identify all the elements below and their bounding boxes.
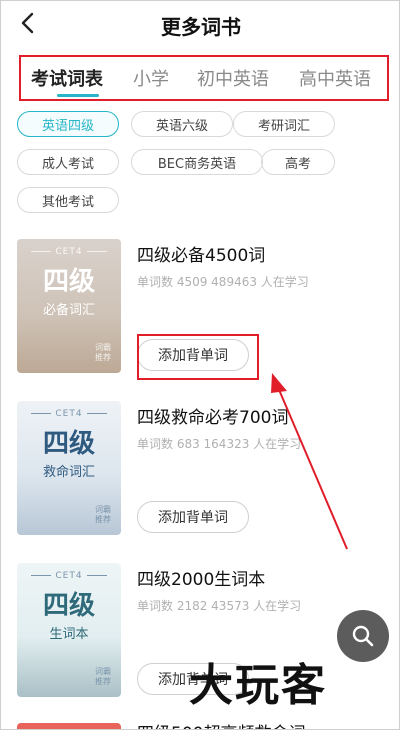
app-screen: 更多词书 考试词表 小学 初中英语 高中英语 英语四级 英语六级 考研词汇 成人…	[0, 0, 400, 730]
page-title: 更多词书	[161, 15, 241, 39]
search-icon	[352, 625, 374, 647]
cover-tag: CET4	[17, 571, 121, 581]
tab-junior-high-english[interactable]: 初中英语	[197, 65, 269, 91]
cover-title: 四级	[42, 591, 95, 621]
book-title[interactable]: 四级必备4500词	[137, 241, 265, 266]
chip-adult-exam[interactable]: 成人考试	[17, 149, 119, 175]
header: 更多词书	[1, 1, 399, 47]
add-to-study-button[interactable]: 添加背单词	[137, 501, 249, 533]
tab-senior-high-english[interactable]: 高中英语	[299, 65, 371, 91]
chip-bec[interactable]: BEC商务英语	[131, 149, 263, 175]
chip-cet6[interactable]: 英语六级	[131, 111, 233, 137]
chip-postgrad[interactable]: 考研词汇	[233, 111, 335, 137]
book-cover[interactable]: CET4 四级 必备词汇 词霸 推荐	[17, 239, 121, 373]
cover-seal: 词霸 推荐	[95, 343, 111, 362]
chip-other-exams[interactable]: 其他考试	[17, 187, 119, 213]
cover-seal: 词霸 推荐	[95, 505, 111, 524]
highlight-box	[137, 334, 259, 380]
chip-cet4[interactable]: 英语四级	[17, 111, 119, 137]
book-cover-partial[interactable]	[17, 723, 121, 729]
book-meta: 单词数 4509 489463 人在学习	[137, 275, 309, 289]
cover-title: 四级	[42, 267, 95, 297]
book-title-partial[interactable]: 四级500超高频救命词	[137, 719, 305, 729]
book-title[interactable]: 四级2000生词本	[137, 565, 265, 590]
tab-exam-wordlists[interactable]: 考试词表	[31, 65, 103, 91]
cover-title: 四级	[42, 429, 95, 459]
book-title[interactable]: 四级救命必考700词	[137, 403, 288, 428]
book-meta: 单词数 683 164323 人在学习	[137, 437, 302, 451]
active-tab-indicator	[57, 94, 99, 97]
cover-tag: CET4	[17, 409, 121, 419]
cover-subtitle: 必备词汇	[42, 303, 95, 318]
category-tabs: 考试词表 小学 初中英语 高中英语	[19, 55, 389, 101]
book-item[interactable]: CET4 四级 救命词汇 词霸 推荐 四级救命必考700词 单词数 683 164…	[17, 401, 387, 541]
cover-subtitle: 救命词汇	[42, 465, 95, 480]
book-cover[interactable]: CET4 四级 救命词汇 词霸 推荐	[17, 401, 121, 535]
cover-tag: CET4	[17, 247, 121, 257]
tab-primary-school[interactable]: 小学	[133, 65, 169, 91]
watermark: 大玩客	[189, 660, 327, 711]
book-cover[interactable]: CET4 四级 生词本 词霸 推荐	[17, 563, 121, 697]
cover-subtitle: 生词本	[49, 627, 89, 642]
cover-seal: 词霸 推荐	[95, 667, 111, 686]
book-meta: 单词数 2182 43573 人在学习	[137, 599, 302, 613]
chip-gaokao[interactable]: 高考	[261, 149, 335, 175]
search-button[interactable]	[337, 610, 389, 662]
